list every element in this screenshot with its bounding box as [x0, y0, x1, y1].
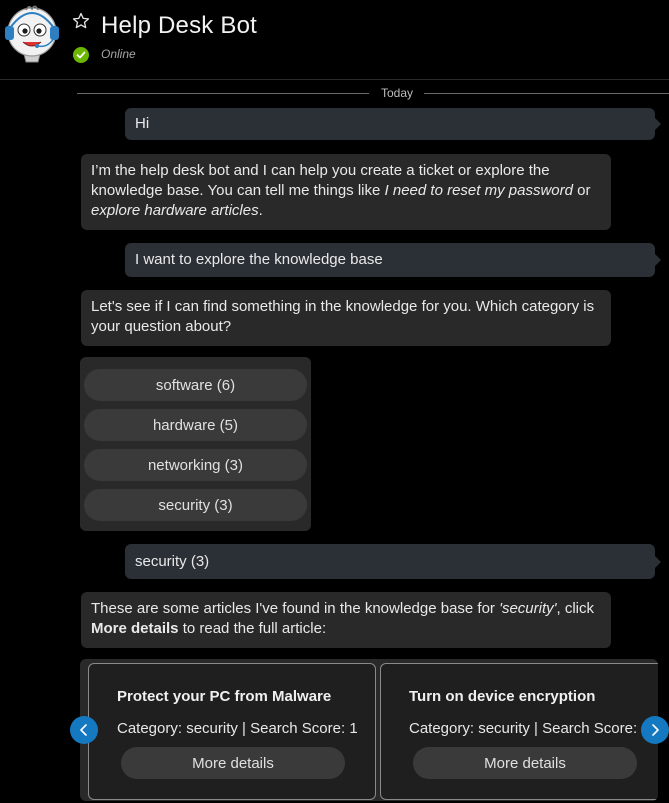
action-hardware[interactable]: hardware (5) — [84, 409, 307, 441]
message-text: or — [572, 182, 591, 199]
message-text: I want to explore the knowledge base — [135, 251, 383, 268]
chevron-left-icon[interactable] — [70, 716, 98, 744]
bot-title: Help Desk Bot — [101, 12, 257, 39]
action-software[interactable]: software (6) — [84, 369, 307, 401]
more-details-button[interactable]: More details — [413, 747, 637, 779]
action-security[interactable]: security (3) — [84, 489, 307, 521]
card-title: Turn on device encryption — [409, 688, 596, 705]
bot-message: Let's see if I can find something in the… — [81, 290, 611, 346]
card-title: Protect your PC from Malware — [117, 688, 332, 705]
message-emphasis: I need to reset my password — [384, 182, 573, 199]
bubble-tail — [654, 117, 661, 131]
message-emphasis: 'security' — [499, 600, 557, 617]
check-circle-icon — [73, 47, 89, 63]
bot-message: These are some articles I've found in th… — [81, 592, 611, 648]
article-carousel: Protect your PC from Malware Category: s… — [80, 659, 658, 801]
bot-message: I’m the help desk bot and I can help you… — [81, 154, 611, 230]
card-meta: Category: security | Search Score: 1 — [117, 720, 358, 737]
user-message: Hi — [125, 108, 661, 140]
card-meta: Category: security | Search Score: 1 — [409, 720, 650, 737]
user-message: I want to explore the knowledge base — [125, 243, 661, 277]
message-text: to read the full article: — [178, 620, 327, 637]
presence-status: Online — [101, 47, 136, 61]
suggested-actions: software (6) hardware (5) networking (3)… — [80, 357, 311, 531]
bubble-tail — [654, 554, 661, 569]
user-message: security (3) — [125, 544, 661, 579]
message-strong: More details — [91, 620, 179, 637]
action-networking[interactable]: networking (3) — [84, 449, 307, 481]
message-text: . — [258, 202, 263, 219]
star-outline-icon[interactable] — [72, 12, 90, 30]
bot-avatar — [2, 2, 62, 64]
divider-line-right — [424, 93, 669, 94]
chevron-right-icon[interactable] — [641, 716, 669, 744]
chat-header: Help Desk Bot Online — [0, 0, 669, 80]
more-details-button[interactable]: More details — [121, 747, 345, 779]
message-text: Let's see if I can find something in the… — [91, 298, 595, 335]
date-divider: Today — [381, 86, 414, 100]
divider-line-left — [77, 93, 369, 94]
message-text: , click — [556, 600, 595, 617]
article-card: Protect your PC from Malware Category: s… — [88, 663, 376, 800]
message-text: These are some articles I've found in th… — [91, 600, 500, 617]
article-card: Turn on device encryption Category: secu… — [380, 663, 658, 800]
message-emphasis: explore hardware articles — [91, 202, 259, 219]
message-text: Hi — [135, 115, 150, 132]
message-text: security (3) — [135, 552, 210, 570]
bubble-tail — [654, 253, 661, 267]
